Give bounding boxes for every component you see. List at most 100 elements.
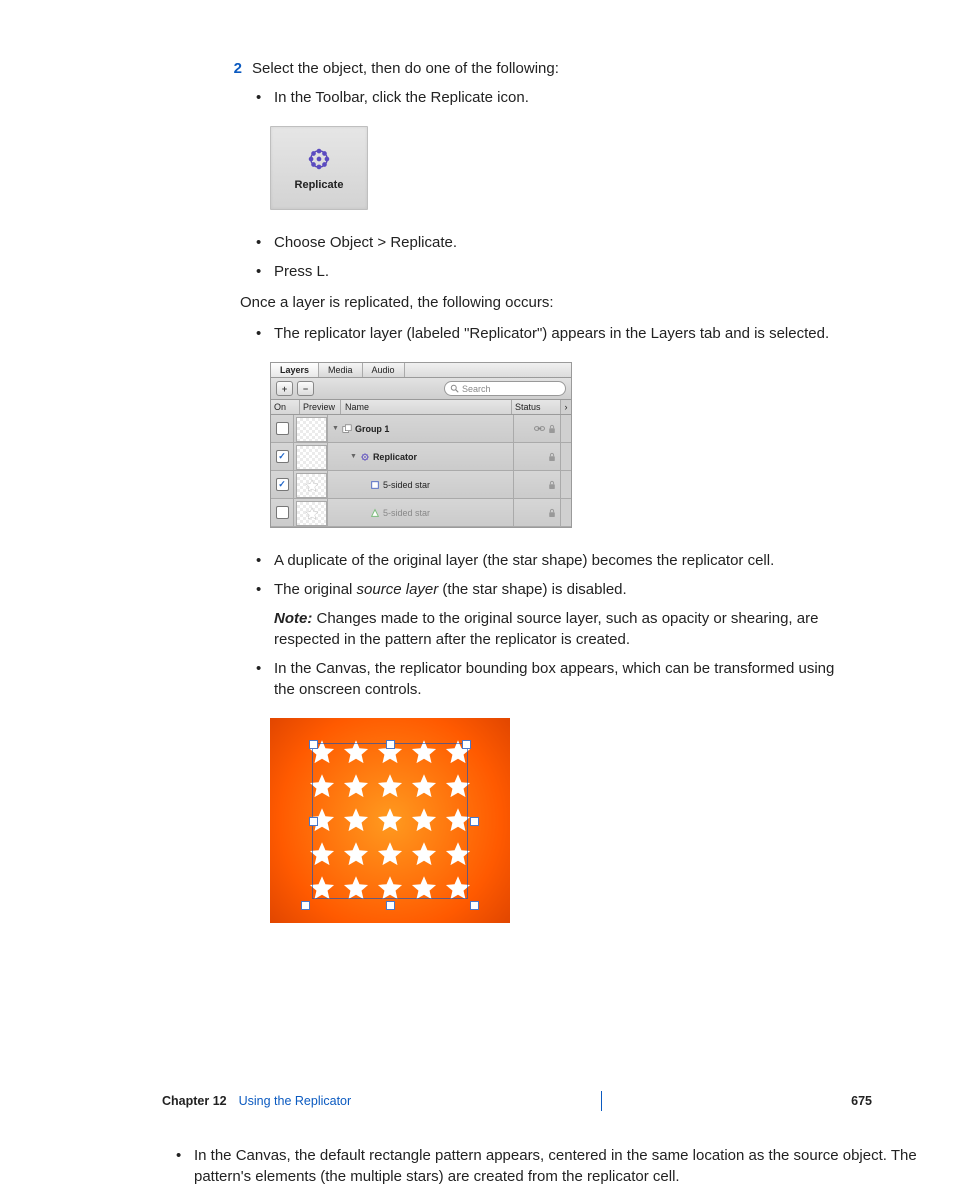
bullet-text: The original source layer (the star shap… <box>274 579 874 650</box>
layers-panel: Layers Media Audio + − Search On Preview… <box>270 362 572 528</box>
star-icon <box>375 738 405 768</box>
star-icon <box>307 874 337 904</box>
col-header-name: Name <box>341 400 512 414</box>
bullet-marker: • <box>252 579 274 650</box>
italic-text: source layer <box>357 581 439 598</box>
star-icon <box>409 806 439 836</box>
replicator-icon <box>360 452 370 462</box>
add-layer-button[interactable]: + <box>276 381 293 396</box>
layer-name: Group 1 <box>355 424 390 434</box>
step-text: Select the object, then do one of the fo… <box>252 60 874 77</box>
page-number: 675 <box>851 1094 872 1108</box>
tab-audio[interactable]: Audio <box>363 363 405 377</box>
star-icon <box>443 874 473 904</box>
resize-handle[interactable] <box>301 901 310 910</box>
star-icon <box>409 738 439 768</box>
link-icon <box>534 424 545 433</box>
layer-row-shape-disabled[interactable]: 5-sided star <box>271 499 571 527</box>
layer-thumbnail <box>296 417 327 442</box>
layer-name: Replicator <box>373 452 417 462</box>
lock-icon <box>548 424 556 434</box>
layer-row-group[interactable]: ▼ Group 1 <box>271 415 571 443</box>
bullet-text: In the Canvas, the default rectangle pat… <box>194 1145 954 1187</box>
lock-icon <box>548 452 556 462</box>
step-number: 2 <box>220 60 242 77</box>
layer-checkbox[interactable] <box>276 478 289 491</box>
star-icon <box>375 840 405 870</box>
col-expand[interactable]: › <box>560 400 571 414</box>
lock-icon <box>548 480 556 490</box>
star-icon <box>341 738 371 768</box>
star-icon <box>375 874 405 904</box>
bullet-text: In the Toolbar, click the Replicate icon… <box>274 87 874 108</box>
paragraph: Once a layer is replicated, the followin… <box>240 292 874 313</box>
group-icon <box>342 424 352 434</box>
note-text: Changes made to the original source laye… <box>274 610 818 648</box>
resize-handle[interactable] <box>470 901 479 910</box>
note-label: Note: <box>274 610 312 627</box>
star-icon <box>409 772 439 802</box>
bullet-marker: • <box>252 261 274 282</box>
star-icon <box>341 840 371 870</box>
search-placeholder: Search <box>462 384 491 394</box>
star-icon <box>443 806 473 836</box>
layer-row-shape[interactable]: 5-sided star <box>271 471 571 499</box>
text: (the star shape) is disabled. <box>438 581 626 598</box>
star-icon <box>443 738 473 768</box>
bullet-marker: • <box>252 658 274 700</box>
lock-icon <box>548 508 556 518</box>
text: The original <box>274 581 357 598</box>
layer-checkbox[interactable] <box>276 422 289 435</box>
col-header-on: On <box>271 400 300 414</box>
resize-handle[interactable] <box>470 817 479 826</box>
star-icon <box>443 840 473 870</box>
bullet-text: The replicator layer (labeled "Replicato… <box>274 323 874 344</box>
bullet-text: A duplicate of the original layer (the s… <box>274 550 874 571</box>
col-header-status: Status <box>512 400 560 414</box>
star-icon <box>375 772 405 802</box>
bullet-text: Press L. <box>274 261 874 282</box>
page-footer: Chapter 12 Using the Replicator 675 <box>0 1091 954 1111</box>
star-icon <box>307 738 337 768</box>
layer-checkbox[interactable] <box>276 450 289 463</box>
canvas-preview <box>270 718 510 923</box>
layer-thumbnail <box>296 501 327 526</box>
search-icon <box>450 384 459 393</box>
star-icon <box>307 772 337 802</box>
star-icon <box>409 874 439 904</box>
resize-handle[interactable] <box>386 901 395 910</box>
shape-icon <box>370 508 380 518</box>
star-icon <box>375 806 405 836</box>
replicator-icon <box>305 145 333 173</box>
tab-media[interactable]: Media <box>319 363 363 377</box>
layer-checkbox[interactable] <box>276 506 289 519</box>
replicator-pattern[interactable] <box>305 736 475 906</box>
shape-icon <box>370 480 380 490</box>
layer-row-replicator[interactable]: ▼ Replicator <box>271 443 571 471</box>
star-icon <box>341 874 371 904</box>
star-icon <box>409 840 439 870</box>
layers-panel-tabs: Layers Media Audio <box>271 363 571 378</box>
layers-search-input[interactable]: Search <box>444 381 566 396</box>
chapter-title: Using the Replicator <box>239 1094 352 1108</box>
col-header-preview: Preview <box>300 400 341 414</box>
remove-layer-button[interactable]: − <box>297 381 314 396</box>
layer-thumbnail <box>296 445 327 470</box>
chapter-label: Chapter 12 <box>162 1094 227 1108</box>
layer-name: 5-sided star <box>383 480 430 490</box>
bullet-text: In the Canvas, the replicator bounding b… <box>274 658 874 700</box>
star-icon <box>443 772 473 802</box>
star-icon <box>341 772 371 802</box>
bullet-marker: • <box>252 232 274 253</box>
disclosure-triangle-icon[interactable]: ▼ <box>332 425 339 432</box>
replicate-toolbar-button[interactable]: Replicate <box>270 126 368 210</box>
replicate-button-label: Replicate <box>295 179 344 191</box>
footer-divider <box>601 1091 602 1111</box>
disclosure-triangle-icon[interactable]: ▼ <box>350 453 357 460</box>
tab-layers[interactable]: Layers <box>271 363 319 377</box>
bullet-marker: • <box>172 1145 194 1187</box>
bullet-marker: • <box>252 550 274 571</box>
star-icon <box>307 806 337 836</box>
star-icon <box>341 806 371 836</box>
bullet-text: Choose Object > Replicate. <box>274 232 874 253</box>
